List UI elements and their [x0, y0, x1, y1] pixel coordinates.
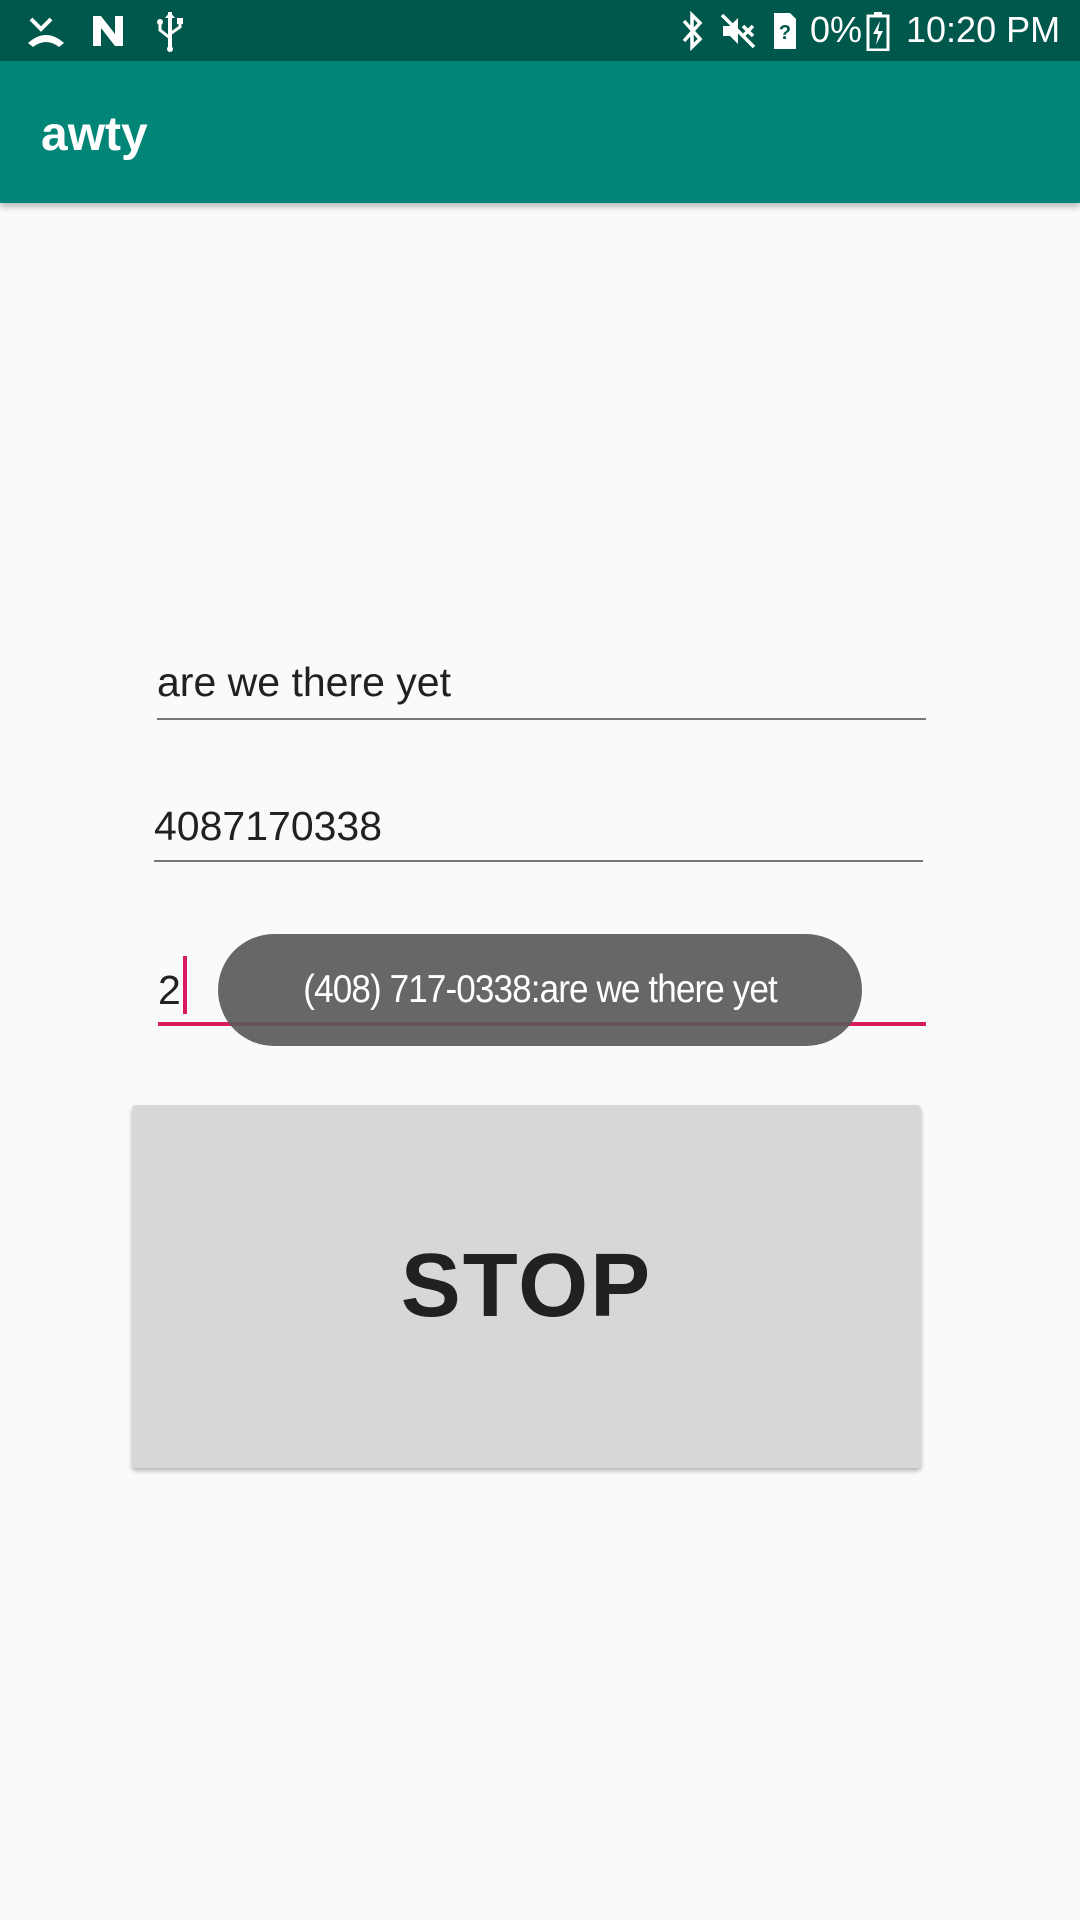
svg-text:?: ? — [779, 22, 791, 44]
app-title: awty — [41, 108, 148, 161]
phone-field-value: 4087170338 — [154, 803, 383, 849]
screen: ? 0% 10:20 PM awty are we there yet 4087… — [0, 0, 1080, 1920]
sim-unknown-icon: ? — [770, 10, 800, 52]
message-field[interactable]: are we there yet — [157, 654, 926, 720]
missed-call-icon — [22, 10, 70, 52]
stop-button[interactable]: STOP — [132, 1105, 921, 1468]
phone-field-underline — [154, 860, 923, 862]
usb-icon — [150, 10, 190, 52]
message-field-underline — [157, 718, 926, 720]
phone-field[interactable]: 4087170338 — [154, 798, 923, 862]
app-bar: awty — [0, 61, 1080, 203]
battery-charging-icon — [864, 10, 892, 52]
battery-percent: 0% — [810, 9, 863, 50]
status-bar: ? 0% 10:20 PM — [0, 0, 1080, 61]
status-time: 10:20 PM — [906, 9, 1061, 50]
message-field-value: are we there yet — [157, 659, 451, 705]
interval-field-value: 2 — [158, 967, 181, 1013]
stop-button-label: STOP — [400, 1236, 653, 1336]
text-cursor — [182, 956, 187, 1014]
bluetooth-icon — [676, 10, 710, 52]
n-notification-icon — [86, 10, 130, 52]
toast-message: (408) 717-0338:are we there yet — [218, 934, 862, 1046]
interval-field-value-wrap: 2 — [158, 956, 187, 1018]
mute-icon — [718, 10, 758, 52]
toast-text: (408) 717-0338:are we there yet — [303, 968, 777, 1011]
